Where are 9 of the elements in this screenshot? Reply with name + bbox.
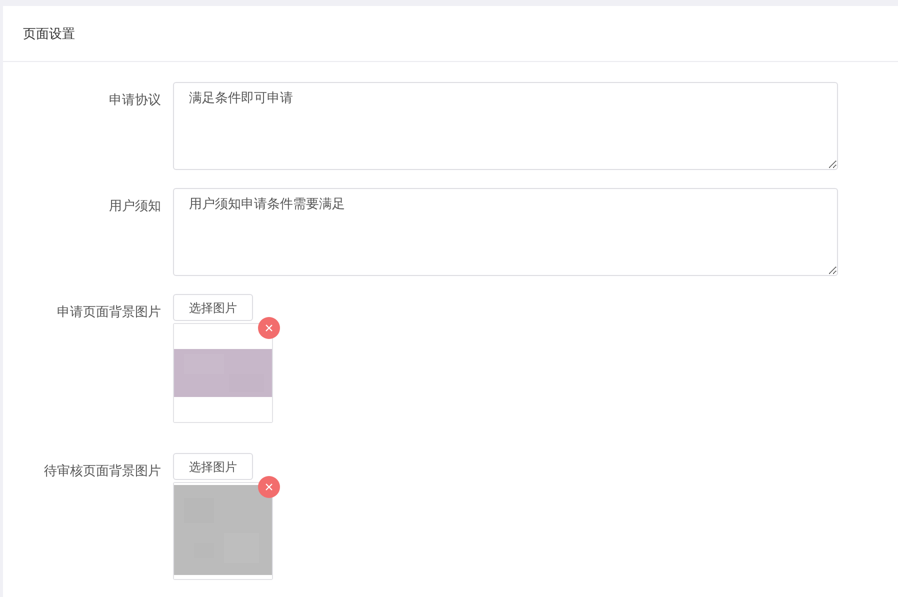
field-label: 申请页面背景图片 <box>57 303 161 321</box>
field-label: 待审核页面背景图片 <box>44 462 161 480</box>
panel-title: 页面设置 <box>23 24 75 43</box>
choose-image-button[interactable]: 选择图片 <box>173 453 253 480</box>
text-area[interactable]: 用户须知申请条件需要满足 <box>173 188 838 276</box>
field-label: 申请协议 <box>109 91 161 109</box>
text-area[interactable]: 满足条件即可申请 <box>173 82 838 170</box>
field-label: 用户须知 <box>109 197 161 215</box>
choose-image-button[interactable]: 选择图片 <box>173 294 253 321</box>
